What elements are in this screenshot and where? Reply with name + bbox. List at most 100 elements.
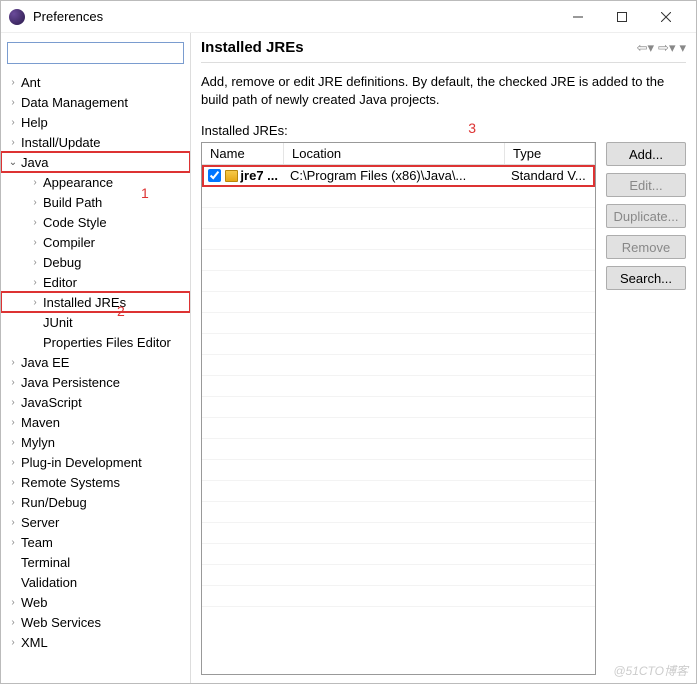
empty-row [202, 187, 595, 208]
category-tree[interactable]: ›Ant›Data Management›Help›Install/Update… [1, 70, 190, 683]
tree-item-xml[interactable]: ›XML [1, 632, 190, 652]
jre-icon [225, 170, 238, 182]
tree-item-ant[interactable]: ›Ant [1, 72, 190, 92]
empty-row [202, 334, 595, 355]
table-row[interactable]: jre7 ...C:\Program Files (x86)\Java\...S… [202, 165, 595, 187]
chevron-right-icon: › [7, 437, 19, 448]
tree-item-label: JUnit [41, 315, 75, 330]
page-title: Installed JREs [201, 39, 637, 56]
tree-item-debug[interactable]: ›Debug [1, 252, 190, 272]
list-label: Installed JREs: 3 [201, 123, 686, 138]
empty-row [202, 481, 595, 502]
table-header: Name Location Type [202, 143, 595, 165]
chevron-right-icon: › [7, 477, 19, 488]
annotation-2: 2 [117, 303, 125, 319]
chevron-right-icon: › [7, 137, 19, 148]
cell-location: C:\Program Files (x86)\Java\... [284, 168, 505, 183]
tree-item-label: Help [19, 115, 50, 130]
tree-item-label: Remote Systems [19, 475, 122, 490]
annotation-1: 1 [141, 185, 149, 201]
nav-arrows: ⇦▾ ⇨▾ ▾ [637, 40, 686, 56]
empty-row [202, 313, 595, 334]
tree-item-javascript[interactable]: ›JavaScript [1, 392, 190, 412]
minimize-icon [573, 12, 583, 22]
search-button[interactable]: Search... [606, 266, 686, 290]
tree-item-remote-systems[interactable]: ›Remote Systems [1, 472, 190, 492]
tree-item-run-debug[interactable]: ›Run/Debug [1, 492, 190, 512]
chevron-right-icon: › [7, 377, 19, 388]
chevron-right-icon: › [7, 517, 19, 528]
tree-item-validation[interactable]: Validation [1, 572, 190, 592]
chevron-right-icon: › [7, 97, 19, 108]
col-location[interactable]: Location [284, 143, 505, 164]
tree-item-mylyn[interactable]: ›Mylyn [1, 432, 190, 452]
maximize-icon [617, 12, 627, 22]
empty-row [202, 418, 595, 439]
chevron-right-icon: › [7, 537, 19, 548]
left-pane: ›Ant›Data Management›Help›Install/Update… [1, 33, 191, 683]
tree-item-label: Data Management [19, 95, 130, 110]
titlebar: Preferences [1, 1, 696, 33]
remove-button[interactable]: Remove [606, 235, 686, 259]
tree-item-installed-jres[interactable]: ›Installed JREs [1, 292, 190, 312]
menu-icon[interactable]: ▾ [679, 40, 686, 56]
tree-item-label: Plug-in Development [19, 455, 144, 470]
tree-item-java-ee[interactable]: ›Java EE [1, 352, 190, 372]
tree-item-label: XML [19, 635, 50, 650]
empty-row [202, 229, 595, 250]
minimize-button[interactable] [556, 3, 600, 31]
tree-item-install-update[interactable]: ›Install/Update [1, 132, 190, 152]
empty-row [202, 565, 595, 586]
col-type[interactable]: Type [505, 143, 595, 164]
tree-item-junit[interactable]: JUnit [1, 312, 190, 332]
tree-item-appearance[interactable]: ›Appearance [1, 172, 190, 192]
tree-item-properties-files-editor[interactable]: Properties Files Editor [1, 332, 190, 352]
cell-type: Standard V... [505, 168, 595, 183]
empty-row [202, 271, 595, 292]
add-button[interactable]: Add... [606, 142, 686, 166]
tree-item-label: Java Persistence [19, 375, 122, 390]
tree-item-plug-in-development[interactable]: ›Plug-in Development [1, 452, 190, 472]
tree-item-label: Validation [19, 575, 79, 590]
button-column: Add... Edit... Duplicate... Remove Searc… [606, 142, 686, 675]
tree-item-label: Code Style [41, 215, 109, 230]
tree-item-help[interactable]: ›Help [1, 112, 190, 132]
chevron-right-icon: › [7, 417, 19, 428]
duplicate-button[interactable]: Duplicate... [606, 204, 686, 228]
tree-item-label: Debug [41, 255, 83, 270]
col-name[interactable]: Name [202, 143, 284, 164]
tree-item-editor[interactable]: ›Editor [1, 272, 190, 292]
maximize-button[interactable] [600, 3, 644, 31]
tree-item-web-services[interactable]: ›Web Services [1, 612, 190, 632]
tree-item-label: Java EE [19, 355, 71, 370]
back-icon[interactable]: ⇦▾ [637, 40, 654, 56]
chevron-right-icon: › [29, 177, 41, 188]
chevron-right-icon: › [7, 397, 19, 408]
jre-checkbox[interactable] [208, 169, 221, 182]
tree-item-label: Appearance [41, 175, 115, 190]
tree-item-data-management[interactable]: ›Data Management [1, 92, 190, 112]
tree-item-code-style[interactable]: ›Code Style [1, 212, 190, 232]
tree-item-label: Web [19, 595, 50, 610]
tree-item-maven[interactable]: ›Maven [1, 412, 190, 432]
list-label-text: Installed JREs: [201, 123, 288, 138]
tree-item-compiler[interactable]: ›Compiler [1, 232, 190, 252]
tree-item-server[interactable]: ›Server [1, 512, 190, 532]
tree-item-label: Mylyn [19, 435, 57, 450]
chevron-right-icon: › [7, 77, 19, 88]
close-button[interactable] [644, 3, 688, 31]
tree-item-label: Editor [41, 275, 79, 290]
edit-button[interactable]: Edit... [606, 173, 686, 197]
tree-item-label: Java [19, 155, 50, 170]
tree-item-java-persistence[interactable]: ›Java Persistence [1, 372, 190, 392]
jre-table[interactable]: Name Location Type jre7 ...C:\Program Fi… [201, 142, 596, 675]
chevron-right-icon: › [29, 277, 41, 288]
tree-item-label: Ant [19, 75, 43, 90]
filter-input[interactable] [7, 42, 184, 64]
tree-item-terminal[interactable]: Terminal [1, 552, 190, 572]
tree-item-java[interactable]: ⌄Java [1, 152, 190, 172]
tree-item-build-path[interactable]: ›Build Path [1, 192, 190, 212]
forward-icon[interactable]: ⇨▾ [658, 40, 675, 56]
tree-item-team[interactable]: ›Team [1, 532, 190, 552]
tree-item-web[interactable]: ›Web [1, 592, 190, 612]
